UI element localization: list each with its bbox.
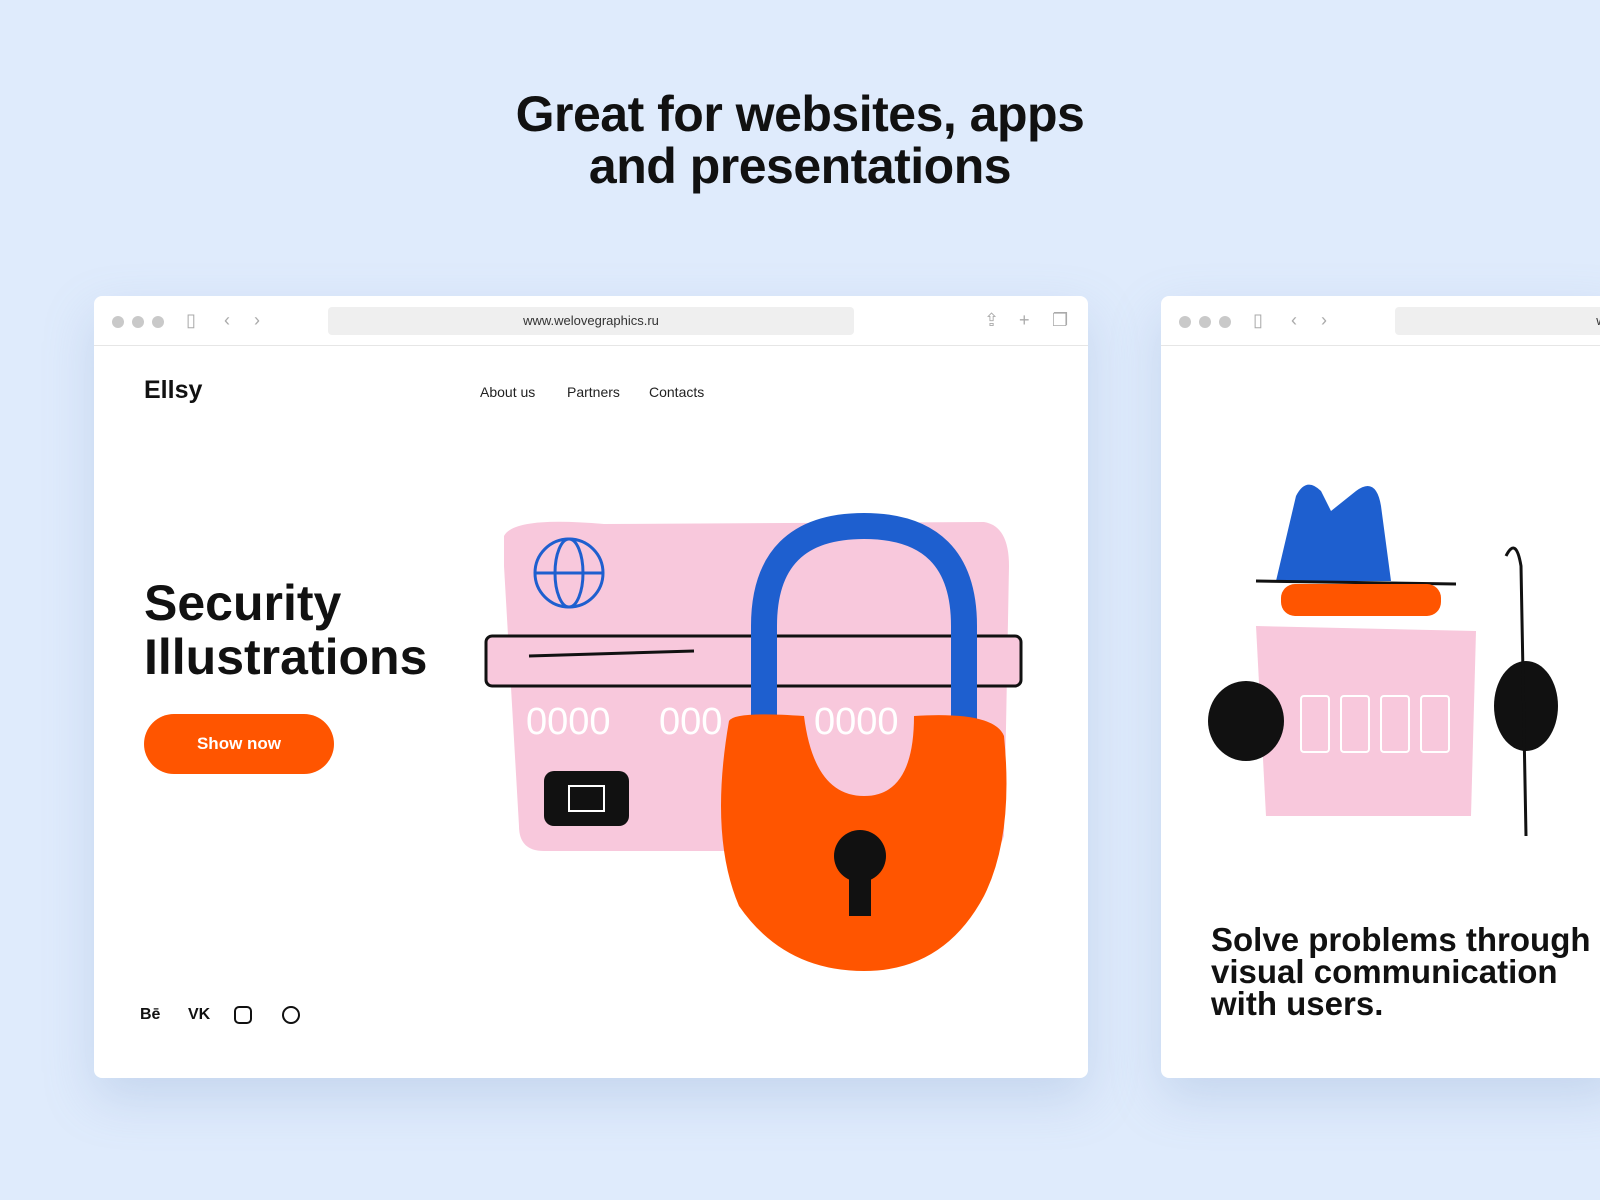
maximize-dot[interactable] (1219, 316, 1231, 328)
back-icon[interactable]: ‹ (224, 310, 230, 331)
sidebar-icon[interactable]: ▯ (1253, 310, 1263, 331)
credit-card-lock-illustration: 0000 000 0000 (484, 512, 1023, 971)
show-now-button[interactable]: Show now (144, 714, 334, 774)
browser-window-secondary: ▯ ‹ › ww Solve problems through visual c… (1161, 296, 1600, 1078)
headline-line-2: and presentations (588, 138, 1012, 194)
nav-about-us[interactable]: About us (480, 384, 535, 400)
close-dot[interactable] (1179, 316, 1191, 328)
card-number-3: 0000 (814, 701, 899, 743)
hacker-illustration (1208, 484, 1558, 837)
headline-line-1: Great for websites, apps (515, 86, 1085, 142)
new-tab-icon[interactable]: + (1019, 310, 1030, 331)
behance-link[interactable]: Bē (140, 1006, 160, 1024)
hero-line-1: Security (144, 575, 342, 631)
browser-toolbar: ▯ ‹ › www.welovegraphics.ru ⇪ + ❐ (94, 296, 1088, 346)
nav-partners[interactable]: Partners (567, 384, 620, 400)
back-icon[interactable]: ‹ (1291, 310, 1297, 331)
card-number-2: 000 (659, 701, 722, 743)
sidebar-icon[interactable]: ▯ (186, 310, 196, 331)
forward-icon[interactable]: › (1321, 310, 1327, 331)
instagram-icon[interactable] (234, 1006, 252, 1024)
maximize-dot[interactable] (152, 316, 164, 328)
vk-link[interactable]: VK (188, 1006, 210, 1024)
address-bar[interactable]: www.welovegraphics.ru (328, 307, 854, 335)
minimize-dot[interactable] (1199, 316, 1211, 328)
minimize-dot[interactable] (132, 316, 144, 328)
forward-icon[interactable]: › (254, 310, 260, 331)
share-icon[interactable]: ⇪ (984, 310, 999, 331)
browser-toolbar-2: ▯ ‹ › ww (1161, 296, 1600, 346)
site-logo[interactable]: Ellsy (144, 376, 202, 405)
address-bar[interactable]: ww (1395, 307, 1600, 335)
browser-window-main: ▯ ‹ › www.welovegraphics.ru ⇪ + ❐ Ellsy … (94, 296, 1088, 1078)
close-dot[interactable] (112, 316, 124, 328)
hero-title: Security Illustrations (144, 576, 427, 684)
hero-line-2: Illustrations (144, 629, 428, 685)
card-number-1: 0000 (526, 701, 611, 743)
headline: Great for websites, apps and presentatio… (0, 88, 1600, 192)
dribbble-icon[interactable] (282, 1006, 300, 1024)
nav-contacts[interactable]: Contacts (649, 384, 704, 400)
tabs-icon[interactable]: ❐ (1052, 310, 1068, 331)
tagline: Solve problems through visual communicat… (1211, 921, 1591, 1022)
